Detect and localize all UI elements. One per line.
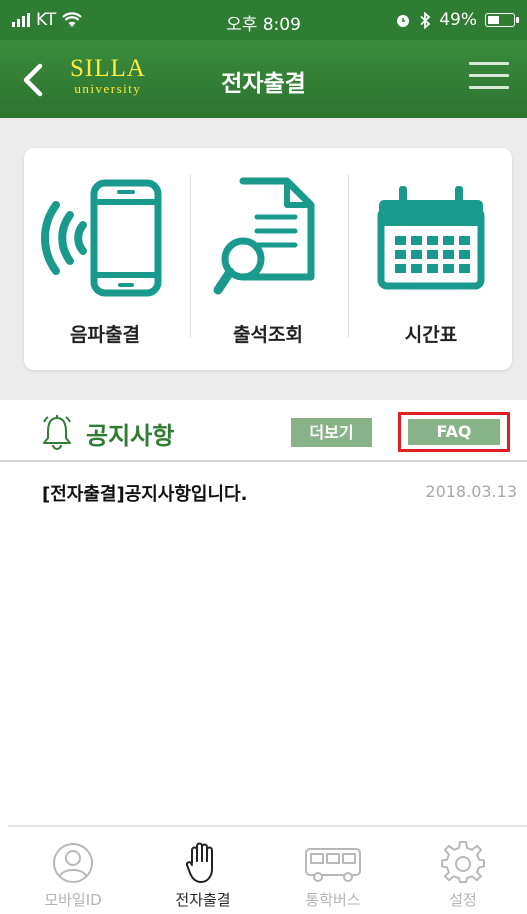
hamburger-icon [469, 62, 509, 89]
battery-percent: 49% [439, 10, 477, 30]
menu-item-label: 출석조회 [233, 324, 303, 346]
menu-button[interactable] [469, 62, 509, 98]
menu-area: 음파출결 출석조회 시간표 [0, 118, 527, 400]
faq-button[interactable]: FAQ [398, 412, 510, 452]
back-button[interactable] [18, 58, 52, 102]
document-search-icon [213, 177, 315, 295]
gear-icon [441, 841, 485, 884]
battery-icon [485, 13, 519, 27]
tab-label: 전자출결 [175, 891, 231, 909]
logo-line2: university [74, 81, 142, 96]
alarm-icon [397, 15, 410, 27]
card-divider [348, 174, 349, 338]
nav-bar: SILLA university 전자출결 [0, 40, 527, 118]
menu-item-label: 시간표 [404, 324, 458, 346]
notice-list-item[interactable]: [전자출결]공지사항입니다. 2018.03.13 [0, 468, 527, 512]
notice-item-date: 2018.03.13 [425, 482, 517, 501]
tab-mobile-id[interactable]: 모바일ID [8, 827, 138, 914]
chevron-left-icon [23, 63, 43, 97]
bus-icon [305, 848, 361, 882]
menu-card: 음파출결 출석조회 시간표 [24, 148, 512, 370]
silla-logo: SILLA university [70, 55, 146, 96]
tab-label: 설정 [449, 891, 477, 909]
menu-item-sound-attendance[interactable]: 음파출결 [24, 148, 186, 370]
logo-line1: SILLA [70, 55, 146, 82]
sound-wave-phone-icon [41, 179, 162, 297]
hand-icon [185, 842, 213, 883]
menu-item-label: 음파출결 [70, 324, 140, 346]
faq-button-label: FAQ [408, 419, 500, 445]
battery-level [488, 16, 499, 24]
menu-item-attendance-check[interactable]: 출석조회 [187, 148, 349, 370]
bell-icon [43, 415, 71, 450]
notice-divider [0, 460, 527, 462]
tab-bar: 모바일ID 전자출결 통학버스 설정 [8, 825, 527, 914]
calendar-icon [377, 186, 485, 290]
status-right: 49% [395, 10, 519, 30]
menu-item-timetable[interactable]: 시간표 [350, 148, 512, 370]
tab-label: 통학버스 [305, 891, 361, 909]
notice-header: 공지사항 더보기 FAQ [0, 400, 527, 460]
more-button[interactable]: 더보기 [291, 418, 372, 447]
tab-settings[interactable]: 설정 [398, 827, 527, 914]
bluetooth-icon [420, 11, 431, 29]
notice-item-title: [전자출결]공지사항입니다. [42, 484, 248, 505]
tab-label: 모바일ID [44, 891, 102, 909]
tab-e-attendance[interactable]: 전자출결 [138, 827, 268, 914]
person-icon [53, 843, 93, 883]
status-bar: KT 오후 8:09 49% [0, 0, 527, 40]
notice-title: 공지사항 [86, 422, 175, 450]
tab-shuttle-bus[interactable]: 통학버스 [268, 827, 398, 914]
